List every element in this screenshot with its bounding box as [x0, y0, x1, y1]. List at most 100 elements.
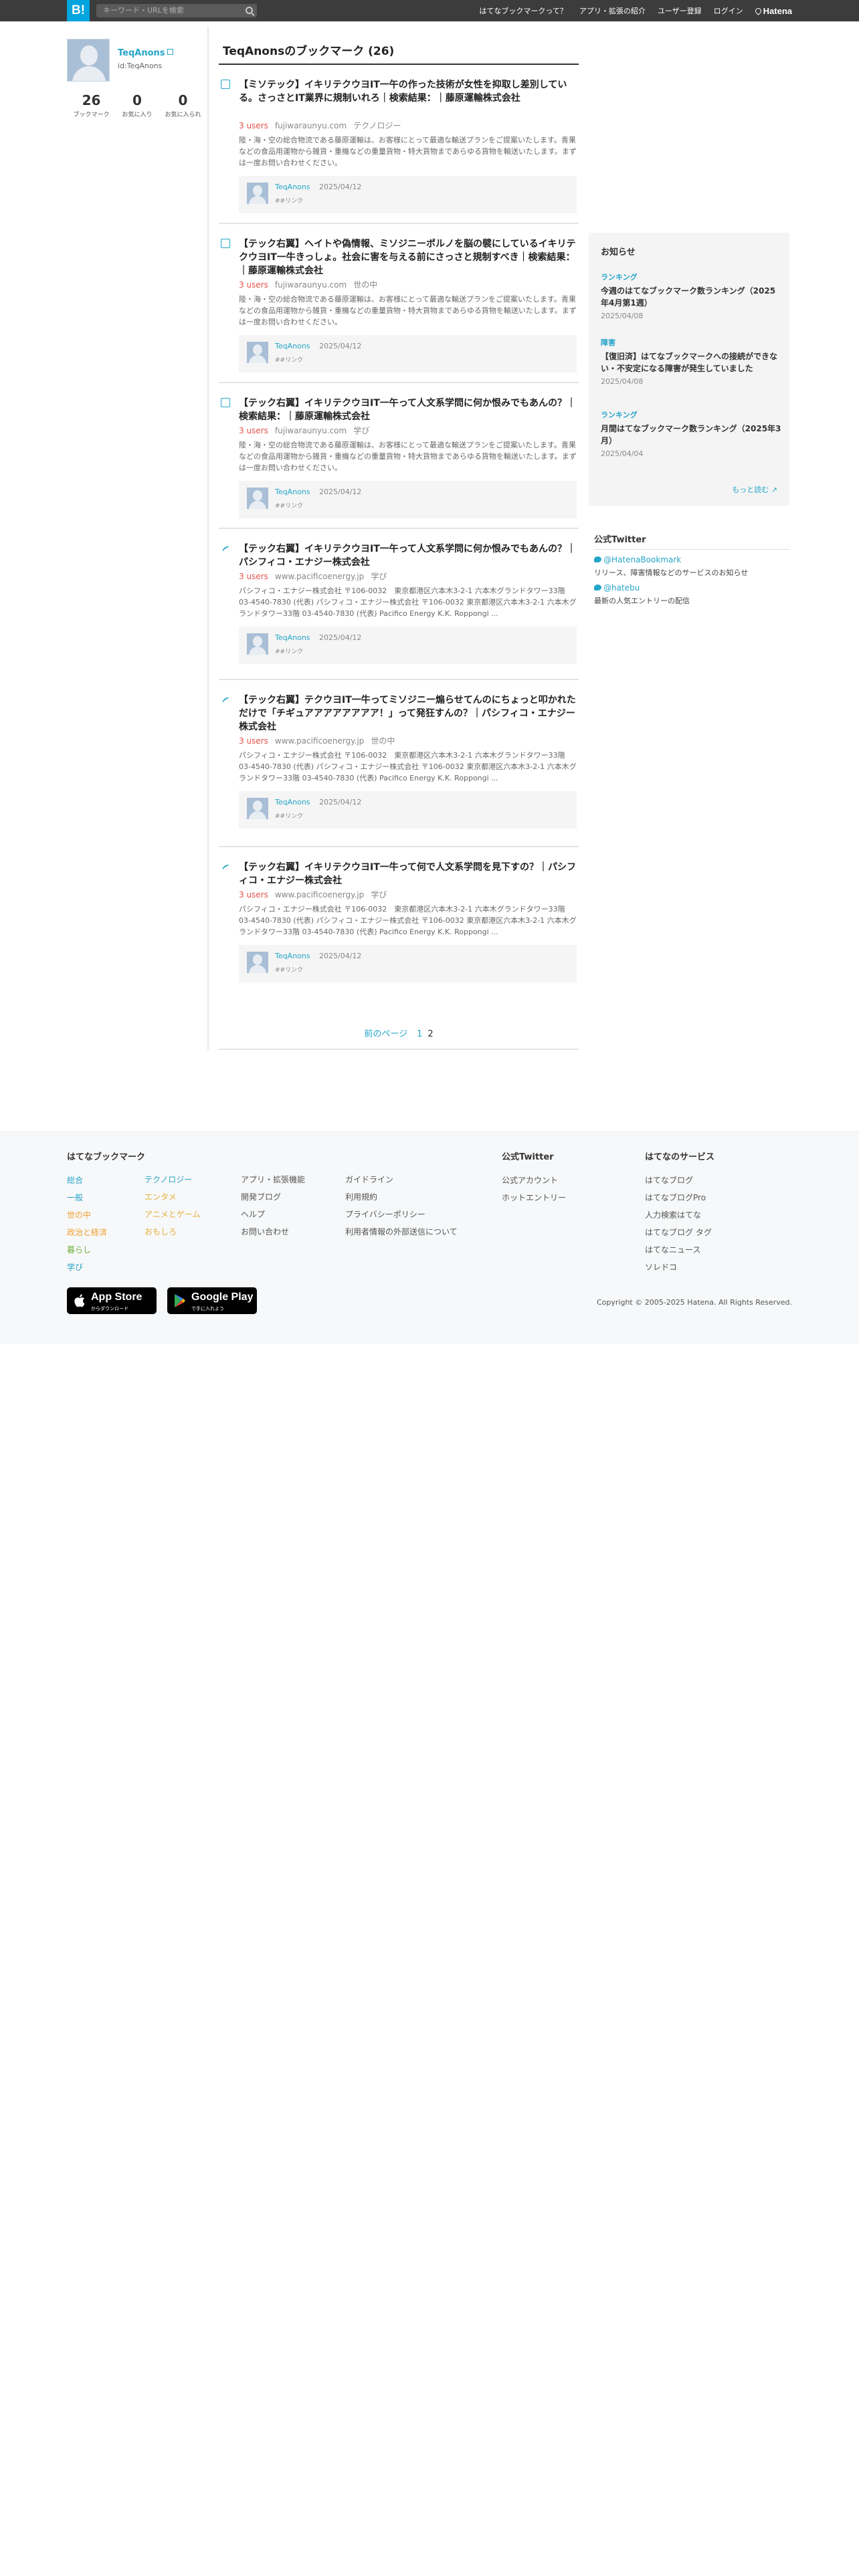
comment-date[interactable]: 2025/04/12: [319, 488, 361, 496]
comment-date[interactable]: 2025/04/12: [319, 633, 361, 642]
footer-cat-link[interactable]: 世の中: [67, 1206, 145, 1224]
entry-title[interactable]: 【テック右翼】イキリテクウヨIT一午って人文系学問に何か恨みでもあんの？｜検索結…: [239, 397, 577, 423]
comment-tag[interactable]: ##リンク: [275, 811, 303, 820]
users-count[interactable]: 3 users: [239, 121, 268, 130]
news-item[interactable]: 障害 【復旧済】はてなブックマークへの接続ができない・不安定になる障害が発生してい…: [601, 337, 781, 386]
news-item[interactable]: ランキング 今週のはてなブックマーク数ランキング（2025年4月第1週） 2025/…: [601, 272, 781, 320]
footer-cat-link[interactable]: 政治と経済: [67, 1224, 145, 1241]
comment-tag[interactable]: ##リンク: [275, 501, 303, 510]
footer-link[interactable]: アプリ・拡張機能: [241, 1171, 305, 1188]
footer-link[interactable]: プライバシーポリシー: [345, 1206, 458, 1223]
entry-category[interactable]: 世の中: [353, 280, 377, 290]
comment-date[interactable]: 2025/04/12: [319, 342, 361, 350]
page-1-link[interactable]: 1: [417, 1029, 422, 1039]
avatar[interactable]: [247, 183, 268, 204]
footer-link[interactable]: 開発ブログ: [241, 1188, 305, 1206]
entry-title[interactable]: 【ミソテック】イキリテクウヨIT一午の作った技術が女性を抑取し差別している。さっ…: [239, 78, 577, 105]
twitter-link[interactable]: @HatenaBookmark: [594, 555, 789, 564]
footer-cat-link[interactable]: おもしろ: [145, 1223, 200, 1241]
search-icon[interactable]: [246, 7, 253, 14]
news-item[interactable]: ランキング 月間はてなブックマーク数ランキング（2025年3月） 2025/04/0…: [601, 409, 781, 458]
search-input[interactable]: キーワード・URLを検索: [96, 4, 257, 17]
entry-title[interactable]: 【テック右翼】ヘイトや偽情報、ミソジニーポルノを脳の襞にしているイキリテクウヨI…: [239, 237, 577, 278]
users-count[interactable]: 3 users: [239, 890, 268, 899]
entry-domain[interactable]: www.pacificoenergy.jp: [275, 572, 364, 581]
comment-tag[interactable]: ##リンク: [275, 965, 303, 974]
app-store-badge[interactable]: App Store からダウンロード: [67, 1287, 157, 1314]
entry-title[interactable]: 【テック右翼】イキリテクウヨIT一牛って何で人文系学問を見下すの？｜パシフィコ・…: [239, 861, 577, 887]
comment-date[interactable]: 2025/04/12: [319, 952, 361, 960]
footer-link[interactable]: 人力検索はてな: [645, 1206, 714, 1224]
footer-link[interactable]: 公式アカウント: [502, 1172, 566, 1189]
entry-category[interactable]: 学び: [353, 426, 369, 435]
users-count[interactable]: 3 users: [239, 736, 268, 746]
avatar[interactable]: [247, 488, 268, 509]
footer-link[interactable]: 利用規約: [345, 1188, 458, 1206]
entry-category[interactable]: 世の中: [371, 736, 395, 746]
entry-domain[interactable]: fujiwaraunyu.com: [275, 280, 347, 290]
footer-link[interactable]: はてなニュース: [645, 1241, 714, 1259]
entry-category[interactable]: テクノロジー: [353, 121, 401, 130]
entry-title[interactable]: 【テック右翼】テクウヨIT一牛ってミソジニー煽らせてんのにちょっと叩かれただけで…: [239, 693, 577, 734]
comment-user[interactable]: TeqAnons: [275, 488, 310, 496]
entry-domain[interactable]: fujiwaraunyu.com: [275, 426, 347, 435]
footer-cat-link[interactable]: 一般: [67, 1189, 145, 1206]
avatar[interactable]: [247, 342, 268, 363]
users-count[interactable]: 3 users: [239, 426, 268, 435]
footer-link[interactable]: 利用者情報の外部送信について: [345, 1223, 458, 1241]
entry-title[interactable]: 【テック右翼】イキリテクウヨIT一午って人文系学問に何か恨みでもあんの？｜パシフ…: [239, 542, 577, 569]
news-headline[interactable]: 今週のはてなブックマーク数ランキング（2025年4月第1週）: [601, 285, 781, 309]
avatar[interactable]: [247, 798, 268, 819]
comment-user[interactable]: TeqAnons: [275, 183, 310, 191]
entry-domain[interactable]: fujiwaraunyu.com: [275, 121, 347, 130]
hatena-bookmark-logo[interactable]: B!: [67, 0, 90, 21]
nav-about[interactable]: はてなブックマークって？: [479, 5, 567, 16]
profile-username[interactable]: TeqAnons: [118, 48, 173, 58]
google-play-badge[interactable]: Google Play で手に入れよう: [167, 1287, 257, 1314]
footer-link[interactable]: ガイドライン: [345, 1171, 458, 1188]
comment-tag[interactable]: ##リンク: [275, 647, 303, 655]
entry-category[interactable]: 学び: [371, 572, 387, 581]
news-headline[interactable]: 月間はてなブックマーク数ランキング（2025年3月）: [601, 423, 781, 447]
footer-cat-link[interactable]: アニメとゲーム: [145, 1206, 200, 1223]
twitter-link[interactable]: @hatebu: [594, 583, 789, 593]
read-more-link[interactable]: もっと読む ↗: [732, 484, 777, 495]
stat-favorites[interactable]: 0 お気に入り: [122, 92, 152, 118]
footer-link[interactable]: ヘルプ: [241, 1206, 305, 1223]
comment-user[interactable]: TeqAnons: [275, 952, 310, 960]
entry-domain[interactable]: www.pacificoenergy.jp: [275, 736, 364, 746]
stat-bookmarks[interactable]: 26 ブックマーク: [73, 92, 109, 118]
footer-link[interactable]: はてなブログPro: [645, 1189, 714, 1206]
footer-cat-link[interactable]: 学び: [67, 1259, 145, 1276]
entry-category[interactable]: 学び: [371, 890, 387, 899]
footer-link[interactable]: お問い合わせ: [241, 1223, 305, 1241]
avatar[interactable]: [67, 39, 110, 82]
stat-favorited[interactable]: 0 お気に入られ: [165, 92, 201, 118]
comment-date[interactable]: 2025/04/12: [319, 183, 361, 191]
avatar[interactable]: [247, 952, 268, 973]
nav-signup[interactable]: ユーザー登録: [658, 5, 702, 16]
footer-cat-link[interactable]: 暮らし: [67, 1241, 145, 1259]
users-count[interactable]: 3 users: [239, 572, 268, 581]
comment-user[interactable]: TeqAnons: [275, 342, 310, 350]
comment-user[interactable]: TeqAnons: [275, 633, 310, 642]
footer-cat-link[interactable]: エンタメ: [145, 1188, 200, 1206]
nav-login[interactable]: ログイン: [714, 5, 743, 16]
footer-cat-link[interactable]: テクノロジー: [145, 1171, 200, 1188]
footer-link[interactable]: はてなブログ: [645, 1172, 714, 1189]
footer-link[interactable]: はてなブログ タグ: [645, 1224, 714, 1241]
footer-link[interactable]: ソレドコ: [645, 1259, 714, 1276]
footer-link[interactable]: ホットエントリー: [502, 1189, 566, 1206]
footer-cat-link[interactable]: 総合: [67, 1172, 145, 1189]
comment-user[interactable]: TeqAnons: [275, 798, 310, 807]
hatena-brand[interactable]: Hatena: [753, 6, 792, 16]
news-headline[interactable]: 【復旧済】はてなブックマークへの接続ができない・不安定になる障害が発生していまし…: [601, 350, 781, 374]
users-count[interactable]: 3 users: [239, 280, 268, 290]
nav-apps[interactable]: アプリ・拡張の紹介: [579, 5, 646, 16]
comment-tag[interactable]: ##リンク: [275, 196, 303, 205]
avatar[interactable]: [247, 633, 268, 655]
comment-tag[interactable]: ##リンク: [275, 355, 303, 364]
comment-date[interactable]: 2025/04/12: [319, 798, 361, 807]
entry-domain[interactable]: www.pacificoenergy.jp: [275, 890, 364, 899]
prev-page-link[interactable]: 前のページ: [364, 1029, 407, 1039]
